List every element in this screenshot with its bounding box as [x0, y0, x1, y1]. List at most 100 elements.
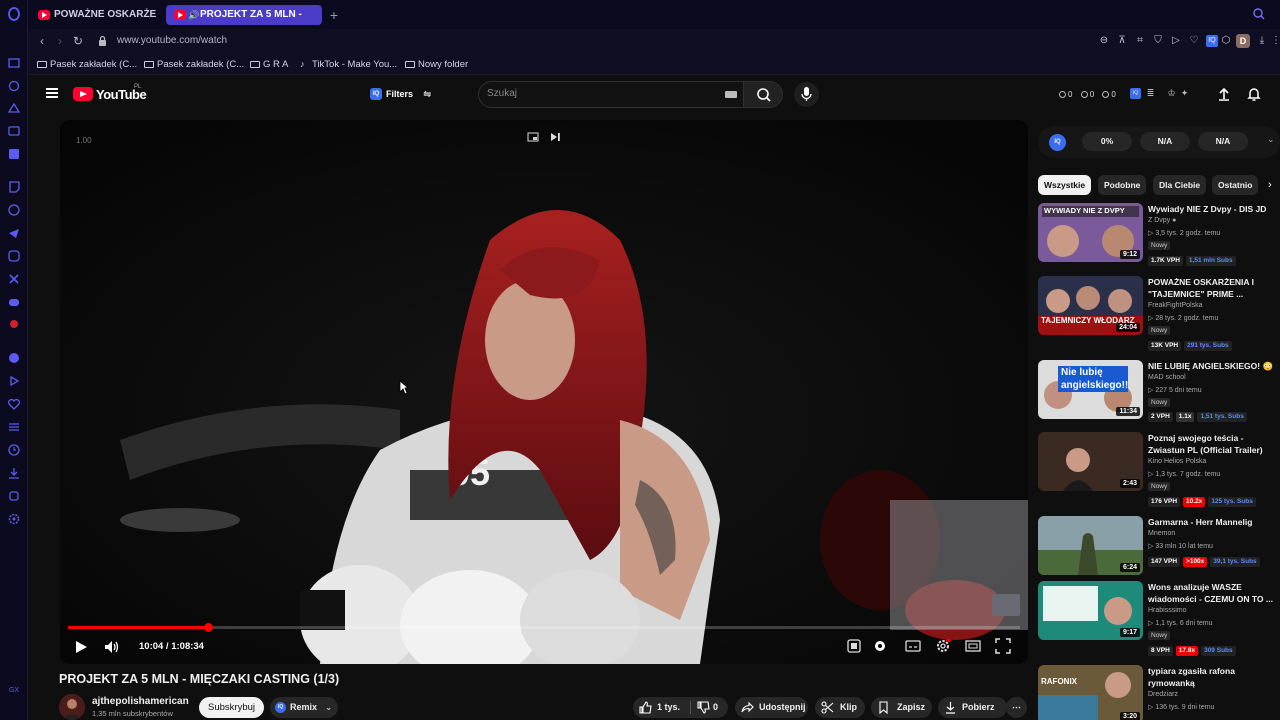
like-count[interactable]: 1 tys.: [657, 697, 680, 718]
shield-icon[interactable]: ⛉: [1152, 35, 1164, 47]
heart-icon[interactable]: [7, 397, 21, 411]
rec-channel[interactable]: Dredziarz: [1148, 691, 1178, 698]
tabs-icon[interactable]: [7, 124, 21, 138]
opera-logo-icon[interactable]: [7, 7, 21, 21]
chip-for-you[interactable]: Dla Ciebie: [1153, 175, 1207, 195]
messenger-icon[interactable]: [7, 203, 21, 217]
iq-player-icon[interactable]: [846, 638, 862, 654]
miniplayer-icon[interactable]: [527, 131, 539, 143]
recommendation-item[interactable]: Nie lubię angielskiego!! 11:34 NIE LUBIĘ…: [1038, 360, 1280, 424]
video-thumbnail[interactable]: TAJEMNICZY WŁODARZ 24:04: [1038, 276, 1143, 335]
rec-title[interactable]: Poznaj swojego teścia - Zwiastun PL (Off…: [1148, 432, 1278, 456]
rec-channel[interactable]: Kino Helios Polska: [1148, 458, 1206, 465]
spotify-icon[interactable]: [7, 351, 21, 365]
recommendation-item[interactable]: RAFONIX 3:20 typiara zgasiła rafona rymo…: [1038, 665, 1280, 720]
channel-name[interactable]: ajthepolishamerican: [92, 696, 189, 707]
video-thumbnail[interactable]: 6:24: [1038, 516, 1143, 575]
workspaces-icon[interactable]: [7, 101, 21, 115]
youtube-logo-icon[interactable]: [73, 87, 93, 101]
extensions-icon[interactable]: [7, 489, 21, 503]
iq-header-icon[interactable]: IQ: [1130, 88, 1141, 99]
more-dots-icon[interactable]: GX: [7, 684, 21, 698]
video-thumbnail[interactable]: RAFONIX 3:20: [1038, 665, 1143, 720]
recommendation-item[interactable]: 6:24 Garmarna - Herr Mannelig Mnemon ▷ 3…: [1038, 516, 1280, 580]
clip-button[interactable]: Klip: [815, 697, 865, 718]
x-twitter-icon[interactable]: [7, 272, 21, 286]
zoom-icon[interactable]: ⊖: [1098, 35, 1110, 47]
volume-icon[interactable]: [104, 640, 120, 654]
recommendation-item[interactable]: WYWIADY NIE Z DVPY 9:12 Wywiady NIE Z Dv…: [1038, 203, 1280, 267]
autoplay-toggle-icon[interactable]: [872, 638, 888, 654]
download-toolbar-icon[interactable]: ⤓: [1256, 35, 1268, 47]
search-tabs-icon[interactable]: [1252, 7, 1266, 21]
new-tab-button[interactable]: +: [326, 5, 342, 25]
video-thumbnail[interactable]: WYWIADY NIE Z DVPY 9:12: [1038, 203, 1143, 262]
history-icon[interactable]: [7, 443, 21, 457]
heart-toolbar-icon[interactable]: ♡: [1188, 35, 1200, 47]
search-input[interactable]: [487, 88, 707, 99]
forward-icon[interactable]: ›: [53, 34, 67, 48]
menu-icon[interactable]: ⋮: [1270, 35, 1280, 47]
filters-button[interactable]: IQ Filters ⇋: [370, 86, 431, 102]
upload-icon[interactable]: [1216, 86, 1232, 102]
tab-projekt-za-5-mln[interactable]: 🔊 PROJEKT ZA 5 MLN -: [166, 5, 322, 25]
settings-gear-icon[interactable]: [7, 512, 21, 526]
rec-title[interactable]: typiara zgasiła rafona rymowanką: [1148, 665, 1278, 689]
skip-next-icon[interactable]: [549, 131, 561, 143]
rec-channel[interactable]: Z Dvpy ●: [1148, 217, 1176, 224]
sparkle-icon[interactable]: ✦: [1179, 88, 1190, 99]
telegram-icon[interactable]: [7, 226, 21, 240]
subtitles-icon[interactable]: [905, 638, 921, 654]
video-thumbnail[interactable]: 2:43: [1038, 432, 1143, 491]
bookmark-folder[interactable]: Pasek zakładek (C...: [144, 58, 244, 71]
rec-channel[interactable]: FreakFightPolska: [1148, 302, 1202, 309]
keyboard-icon[interactable]: [725, 91, 737, 98]
profile-avatar[interactable]: D: [1236, 34, 1250, 48]
search-button[interactable]: [743, 81, 783, 108]
recommendation-item[interactable]: TAJEMNICZY WŁODARZ 24:04 POWAŻNE OSKARŻE…: [1038, 276, 1280, 351]
voice-search-button[interactable]: [794, 82, 819, 107]
chip-recent[interactable]: Ostatnio: [1212, 175, 1259, 195]
pin-icon[interactable]: ⊼: [1116, 35, 1128, 47]
recommendation-item[interactable]: 2:43 Poznaj swojego teścia - Zwiastun PL…: [1038, 432, 1280, 507]
ai-icon[interactable]: [7, 79, 21, 93]
discord-icon[interactable]: [7, 295, 21, 309]
video-thumbnail[interactable]: Nie lubię angielskiego!! 11:34: [1038, 360, 1143, 419]
progress-scrubber[interactable]: [203, 623, 213, 632]
iq-extension-icon[interactable]: IQ: [1206, 35, 1218, 47]
chevron-down-icon[interactable]: ⌄: [1267, 134, 1275, 145]
channel-avatar[interactable]: [59, 694, 85, 720]
thumbs-up-icon[interactable]: [639, 701, 652, 714]
rec-channel[interactable]: Mnemon: [1148, 530, 1175, 537]
bookmark-folder[interactable]: Nowy folder: [405, 58, 468, 71]
rec-channel[interactable]: Hrabisssimo: [1148, 607, 1187, 614]
back-icon[interactable]: ‹: [35, 34, 49, 48]
thumbs-down-icon[interactable]: [697, 701, 710, 714]
snapshot-toolbar-icon[interactable]: ⌗: [1134, 35, 1146, 47]
bookmark-folder[interactable]: G R A: [250, 58, 288, 71]
bookmark-folder[interactable]: Pasek zakładek (C...: [37, 58, 137, 71]
rec-title[interactable]: POWAŻNE OSKARŻENIA I "TAJEMNICE" PRIME .…: [1148, 276, 1278, 300]
progress-bar[interactable]: [68, 623, 1020, 632]
hamburger-menu-icon[interactable]: [46, 88, 58, 98]
url-field[interactable]: www.youtube.com/watch: [117, 34, 227, 48]
subscribe-button[interactable]: Subskrybuj: [199, 697, 264, 718]
iq-logo-icon[interactable]: IQ: [1049, 134, 1066, 151]
extension-red-icon[interactable]: [7, 317, 21, 331]
speaker-icon[interactable]: 🔊: [188, 5, 199, 25]
tab-powazne-oskarzenia[interactable]: POWAŻNE OSKARŻENIA I: [30, 5, 156, 25]
rec-channel[interactable]: MAD school: [1148, 374, 1186, 381]
chip-related[interactable]: Podobne: [1098, 175, 1147, 195]
bookmark-tiktok[interactable]: ♪ TikTok - Make You...: [299, 58, 397, 71]
settings-icon[interactable]: [935, 638, 951, 654]
list-lines-icon[interactable]: ≣: [1145, 88, 1156, 99]
more-actions-button[interactable]: ⋯: [1006, 697, 1027, 718]
rec-title[interactable]: Wons analizuje WASZE wiadomości - CZEMU …: [1148, 581, 1278, 605]
downloads-icon[interactable]: [7, 466, 21, 480]
player-icon[interactable]: [7, 374, 21, 388]
channel-watermark[interactable]: [992, 594, 1020, 616]
play-icon[interactable]: [74, 640, 88, 654]
remix-button[interactable]: IQ Remix ⌄: [270, 697, 338, 718]
home-icon[interactable]: [7, 56, 21, 70]
rec-title[interactable]: Garmarna - Herr Mannelig: [1148, 516, 1278, 528]
